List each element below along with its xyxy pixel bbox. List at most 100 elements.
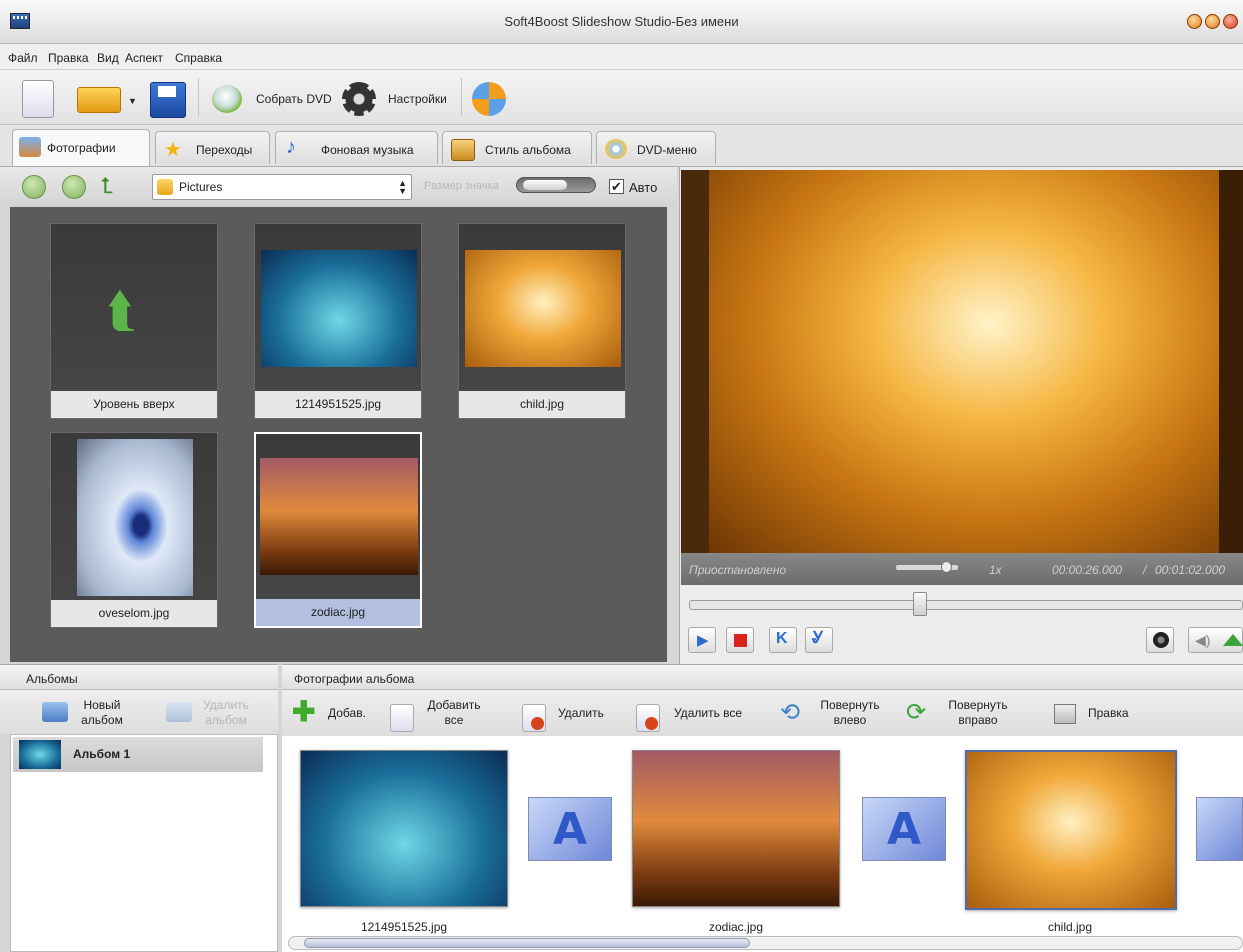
open-project-icon[interactable] — [77, 87, 121, 113]
menu-edit[interactable]: Правка — [48, 51, 89, 65]
album-name: Альбом 1 — [73, 747, 131, 761]
add-icon: ✚ — [292, 696, 316, 727]
file-name: child.jpg — [459, 391, 625, 418]
seek-knob[interactable] — [913, 592, 927, 616]
open-dropdown-arrow-icon[interactable]: ▼ — [128, 96, 137, 106]
file-tile[interactable]: oveselom.jpg — [50, 432, 218, 628]
menu-file[interactable]: Файл — [8, 51, 38, 65]
album-item[interactable]: Альбом 1 — [13, 737, 263, 772]
tab-photos[interactable]: Фотографии — [12, 129, 150, 166]
previous-button[interactable]: K — [769, 627, 797, 653]
file-name: zodiac.jpg — [256, 599, 420, 626]
album-photo-selected[interactable] — [965, 750, 1177, 910]
new-project-icon[interactable] — [22, 80, 54, 118]
settings-button[interactable]: Настройки — [388, 92, 447, 106]
folder-path-select[interactable]: Pictures ▲ ▼ — [152, 174, 412, 200]
image-thumbnail — [465, 250, 621, 367]
speed-value: 1x — [989, 563, 1002, 577]
stop-icon — [734, 634, 747, 647]
play-button[interactable]: ▶ — [688, 627, 716, 653]
transition-icon: A — [886, 804, 922, 855]
help-cursor-icon[interactable] — [472, 82, 506, 116]
transition-thumbnail[interactable]: A — [528, 797, 612, 861]
window-title: Soft4Boost Slideshow Studio-Без имени — [504, 14, 739, 29]
icon-size-slider[interactable] — [516, 177, 596, 193]
preview-border — [681, 170, 709, 553]
slider-knob[interactable] — [523, 180, 567, 190]
stop-button[interactable] — [726, 627, 754, 653]
star-icon: ★ — [164, 139, 182, 161]
auto-checkbox[interactable]: ✔ — [609, 179, 624, 194]
add-button[interactable]: Добав. — [328, 706, 366, 721]
transition-thumbnail[interactable] — [1196, 797, 1243, 861]
save-project-icon[interactable] — [150, 82, 186, 118]
photos-icon — [19, 137, 41, 157]
album-photo[interactable] — [632, 750, 840, 907]
album-photo-name: child.jpg — [1047, 920, 1093, 934]
file-tile[interactable]: child.jpg — [458, 223, 626, 419]
snapshot-button[interactable] — [1146, 627, 1174, 653]
auto-label: Авто — [629, 180, 658, 195]
tab-transitions[interactable]: ★ Переходы — [155, 131, 270, 164]
delete-album-icon — [166, 702, 192, 722]
album-frame-icon — [451, 139, 475, 161]
slider-knob[interactable] — [941, 561, 952, 573]
gear-icon[interactable] — [342, 82, 376, 116]
delete-all-icon — [636, 704, 660, 732]
delete-button[interactable]: Удалить — [558, 706, 604, 721]
file-name: oveselom.jpg — [51, 600, 217, 627]
albums-header: Альбомы — [0, 664, 278, 690]
tab-label: Стиль альбома — [485, 143, 571, 157]
new-album-icon — [42, 702, 68, 722]
spinner-arrows-icon: ▲ ▼ — [398, 178, 407, 196]
album-photos-toolbar: ✚ Добав. Добавить все Удалить Удалить вс… — [282, 690, 1243, 736]
volume-level-icon — [1223, 634, 1243, 646]
build-dvd-button[interactable]: Собрать DVD — [256, 92, 332, 106]
tab-dvd-menu[interactable]: DVD-меню — [596, 131, 716, 164]
scrollbar-thumb[interactable] — [304, 938, 750, 948]
toolbar-separator — [461, 78, 462, 116]
preview-border — [1219, 170, 1243, 553]
new-album-button[interactable]: Новый альбом — [74, 698, 130, 728]
rotate-right-button[interactable]: Повернуть вправо — [938, 698, 1018, 728]
close-button[interactable] — [1223, 14, 1238, 29]
tab-background-music[interactable]: ♪ Фоновая музыка — [275, 131, 438, 164]
next-button[interactable]: Ꮍ — [805, 627, 833, 653]
album-photo[interactable] — [300, 750, 508, 907]
add-all-button[interactable]: Добавить все — [418, 698, 490, 728]
rotate-left-button[interactable]: Повернуть влево — [810, 698, 890, 728]
file-tile-up[interactable]: ⮬ Уровень вверх — [50, 223, 218, 419]
album-photo-name: zodiac.jpg — [708, 920, 764, 934]
edit-icon — [1054, 704, 1076, 724]
tab-album-style[interactable]: Стиль альбома — [442, 131, 592, 164]
back-icon[interactable] — [22, 175, 46, 199]
image-thumbnail — [260, 458, 418, 575]
albums-toolbar: Новый альбом Удалить альбом — [0, 690, 278, 734]
menu-aspect[interactable]: Аспект — [125, 51, 163, 65]
speed-slider[interactable] — [896, 561, 958, 573]
file-tile[interactable]: 1214951525.jpg — [254, 223, 422, 419]
build-dvd-icon[interactable] — [212, 85, 242, 113]
tab-label: DVD-меню — [637, 143, 697, 157]
menu-view[interactable]: Вид — [97, 51, 119, 65]
forward-icon[interactable] — [62, 175, 86, 199]
folder-up-icon[interactable]: ⮤ — [100, 173, 113, 199]
volume-control[interactable]: ◀) — [1188, 627, 1243, 653]
add-all-icon — [390, 704, 414, 732]
play-icon: ▶ — [697, 632, 709, 649]
file-tile-selected[interactable]: zodiac.jpg — [254, 432, 422, 628]
maximize-button[interactable] — [1205, 14, 1220, 29]
edit-button[interactable]: Правка — [1088, 706, 1129, 721]
seek-bar[interactable] — [689, 600, 1243, 610]
minimize-button[interactable] — [1187, 14, 1202, 29]
transition-icon: A — [552, 804, 588, 855]
menu-help[interactable]: Справка — [175, 51, 222, 65]
camera-icon — [1153, 632, 1169, 648]
image-thumbnail — [261, 250, 417, 367]
delete-all-button[interactable]: Удалить все — [674, 706, 742, 721]
delete-album-button[interactable]: Удалить альбом — [196, 698, 256, 728]
tab-label: Фотографии — [47, 141, 116, 155]
transition-thumbnail[interactable]: A — [862, 797, 946, 861]
menu-bar: Файл Правка Вид Аспект Справка — [0, 44, 1243, 70]
music-note-icon: ♪ — [286, 136, 296, 158]
